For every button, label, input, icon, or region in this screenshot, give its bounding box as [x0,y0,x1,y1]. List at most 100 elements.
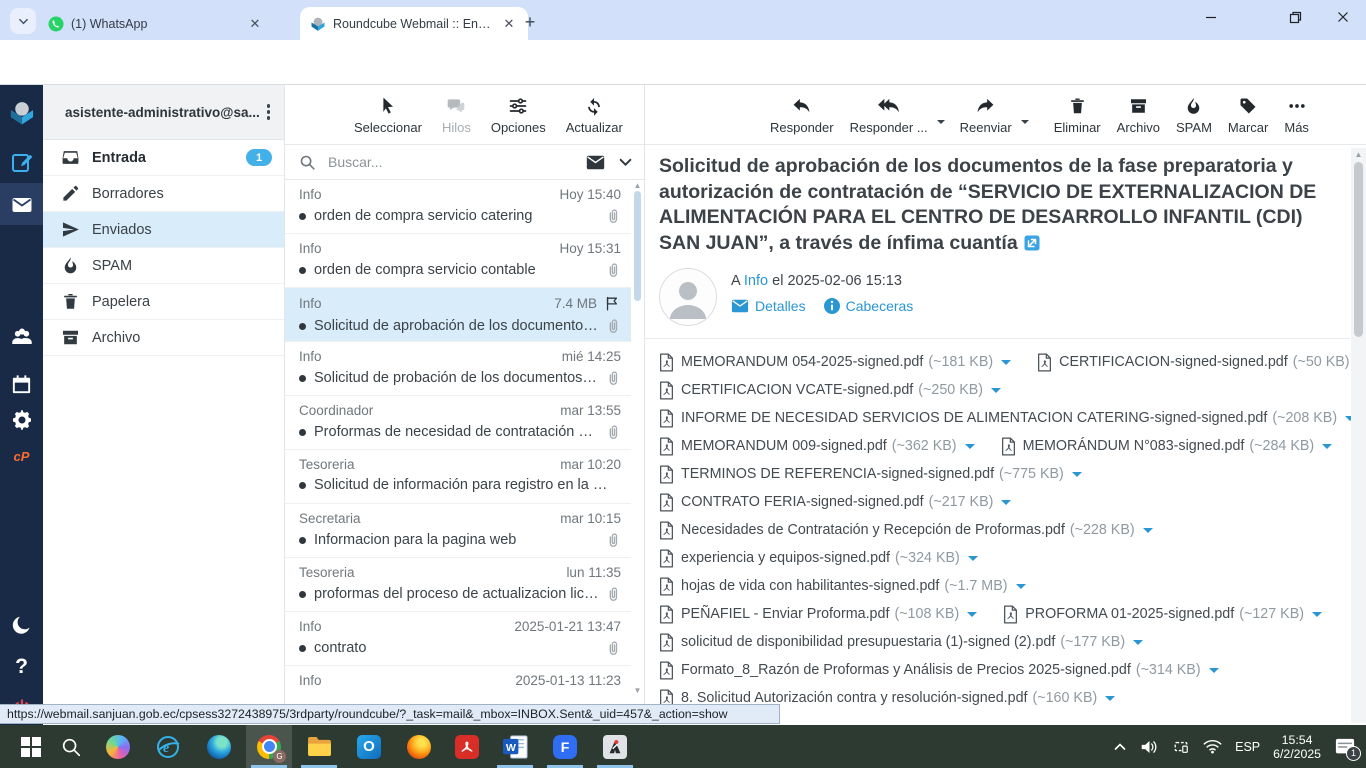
cpanel-icon[interactable]: cP [0,436,43,476]
reply-all-menu-caret[interactable] [936,120,945,128]
search-input[interactable] [326,153,586,171]
list-scrollbar[interactable]: ▲ ▼ [632,181,643,721]
attachment[interactable]: TERMINOS DE REFERENCIA-signed-signed.pdf… [659,464,1082,484]
reader-scrollbar-thumb[interactable] [1354,162,1363,337]
message-list-item[interactable]: Info 7.4 MB Solicitud de aprobación de l… [285,288,631,342]
message-list-item[interactable]: Coordinador mar 13:55 Proformas de neces… [285,396,631,450]
more-button[interactable]: Más [1277,94,1316,137]
attachment-name[interactable]: MEMORÁNDUM N°083-signed.pdf [1023,438,1245,454]
message-list-item[interactable]: Info Hoy 15:31 orden de compra servicio … [285,234,631,288]
attachment-name[interactable]: MEMORANDUM 054-2025-signed.pdf [681,354,923,370]
attachment-menu-caret[interactable] [1208,667,1219,678]
attachment[interactable]: Necesidades de Contratación y Recepción … [659,520,1153,540]
recipient-link[interactable]: Info [744,273,768,289]
wifi-icon[interactable] [1203,739,1222,754]
open-in-new-window-icon[interactable] [1024,235,1040,251]
edge-icon[interactable] [196,725,242,768]
attachment[interactable]: MEMORANDUM 009-signed.pdf (~362 KB) [659,436,975,456]
attachment[interactable]: hojas de vida con habilitantes-signed.pd… [659,576,1026,596]
mail-section-icon[interactable] [0,185,43,225]
scroll-down-arrow[interactable]: ▼ [632,686,643,695]
attachment-menu-caret[interactable] [1105,695,1116,706]
attachment[interactable]: INFORME DE NECESIDAD SERVICIOS DE ALIMEN… [659,408,1356,428]
outlook-icon[interactable]: O [346,725,392,768]
java-duke-icon[interactable] [592,725,638,768]
calendar-icon[interactable] [0,364,43,404]
attachment-name[interactable]: CONTRATO FERIA-signed-signed.pdf [681,494,924,510]
attachment-name[interactable]: MEMORANDUM 009-signed.pdf [681,438,887,454]
attachment-menu-caret[interactable] [1001,359,1012,370]
headers-toggle[interactable]: Cabeceras [823,298,913,314]
list-scrollbar-thumb[interactable] [634,191,641,301]
acrobat-icon[interactable] [444,725,490,768]
reader-scrollbar[interactable]: ▲ [1351,148,1366,723]
contacts-icon[interactable] [0,317,43,357]
attachment[interactable]: solicitud de disponibilidad presupuestar… [659,632,1144,652]
attachment-menu-caret[interactable] [1071,471,1082,482]
scroll-up-arrow[interactable]: ▲ [1353,150,1364,159]
new-tab-button[interactable]: + [518,10,542,34]
attachment-name[interactable]: CERTIFICACION VCATE-signed.pdf [681,382,913,398]
attachment-menu-caret[interactable] [964,443,975,454]
forward-menu-caret[interactable] [1020,120,1029,128]
help-icon[interactable]: ? [0,647,43,687]
tray-chevron-up-icon[interactable] [1113,740,1127,754]
folder-entrada[interactable]: Entrada 1 [43,140,284,176]
folder-enviados[interactable]: Enviados [43,212,284,248]
options-button[interactable]: Opciones [484,94,553,137]
folder-borradores[interactable]: Borradores [43,176,284,212]
attachment-menu-caret[interactable] [1001,499,1012,510]
search-options-chevron-icon[interactable] [619,156,632,169]
compose-icon[interactable] [0,143,43,183]
internet-explorer-icon[interactable]: e [145,725,191,768]
message-list-item[interactable]: Info Hoy 15:40 orden de compra servicio … [285,180,631,234]
select-button[interactable]: Seleccionar [347,94,429,137]
attachment-menu-caret[interactable] [1312,611,1322,622]
forward-button[interactable]: Reenviar [953,94,1019,137]
mark-button[interactable]: Marcar [1221,94,1275,137]
attachment-name[interactable]: CERTIFICACION-signed-signed.pdf [1059,354,1288,370]
spam-button[interactable]: SPAM [1169,94,1219,137]
account-menu-kebab-icon[interactable] [263,100,275,124]
file-explorer-icon[interactable] [296,725,342,768]
clock[interactable]: 15:54 6/2/2025 [1273,733,1321,761]
reply-button[interactable]: Responder [763,94,841,137]
attachment[interactable]: PEÑAFIEL - Enviar Proforma.pdf (~108 KB) [659,604,978,624]
attachment[interactable]: CONTRATO FERIA-signed-signed.pdf (~217 K… [659,492,1012,512]
window-restore-button[interactable] [1272,0,1318,34]
dark-mode-moon-icon[interactable] [0,605,43,645]
attachment-name[interactable]: experiencia y equipos-signed.pdf [681,550,890,566]
folder-archivo[interactable]: Archivo [43,320,284,356]
tab-close-icon[interactable]: ✕ [246,15,264,33]
attachment-name[interactable]: Necesidades de Contratación y Recepción … [681,522,1065,538]
attachment-menu-caret[interactable] [1015,583,1026,594]
attachment-name[interactable]: INFORME DE NECESIDAD SERVICIOS DE ALIMEN… [681,410,1267,426]
window-close-button[interactable] [1320,0,1366,34]
tab-search-button[interactable] [10,8,36,34]
delete-button[interactable]: Eliminar [1047,94,1108,137]
attachment-name[interactable]: hojas de vida con habilitantes-signed.pd… [681,578,939,594]
threads-button[interactable]: Hilos [435,94,478,137]
flag-icon[interactable] [604,295,621,312]
app-f-icon[interactable]: F [542,725,588,768]
archive-button[interactable]: Archivo [1110,94,1167,137]
volume-icon[interactable] [1140,739,1159,755]
message-list-item[interactable]: Info 2025-01-21 13:47 contrato [285,612,631,666]
firefox-icon[interactable] [396,725,442,768]
chrome-icon[interactable]: G [246,725,292,768]
tab-close-icon[interactable]: ✕ [500,15,518,33]
window-minimize-button[interactable] [1188,0,1234,34]
attachment-menu-caret[interactable] [1322,443,1333,454]
message-list-item[interactable]: Tesoreria lun 11:35 proformas del proces… [285,558,631,612]
taskbar-search-icon[interactable] [48,725,94,768]
attachment[interactable]: CERTIFICACION-signed-signed.pdf (~50 KB) [1037,352,1366,372]
attachment-menu-caret[interactable] [1142,527,1153,538]
attachment-menu-caret[interactable] [967,611,978,622]
refresh-button[interactable]: Actualizar [559,94,630,137]
search-scope-mail-icon[interactable] [586,155,605,170]
attachment-name[interactable]: PEÑAFIEL - Enviar Proforma.pdf [681,606,889,622]
attachment-name[interactable]: Formato_8_Razón de Proformas y Análisis … [681,662,1131,678]
message-list-item[interactable]: Info mié 14:25 Solicitud de probación de… [285,342,631,396]
details-toggle[interactable]: Detalles [731,298,806,314]
attachment[interactable]: experiencia y equipos-signed.pdf (~324 K… [659,548,978,568]
